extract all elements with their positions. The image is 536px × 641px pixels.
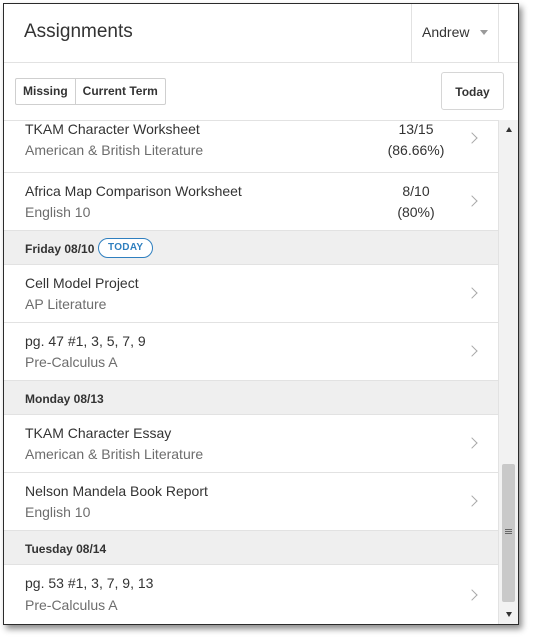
caret-down-icon (480, 30, 488, 35)
assignment-title: Nelson Mandela Book Report (25, 483, 208, 499)
assignment-row[interactable]: TKAM Character Essay American & British … (4, 415, 498, 473)
chevron-right-icon (466, 345, 478, 357)
assignment-score: 13/15 (398, 121, 434, 137)
chevron-right-icon (466, 495, 478, 507)
today-button[interactable]: Today (441, 72, 504, 110)
chevron-right-icon (466, 287, 478, 299)
missing-filter-button[interactable]: Missing (16, 79, 75, 104)
assignment-title: pg. 47 #1, 3, 5, 7, 9 (25, 333, 146, 349)
day-header: Friday 08/10 TODAY (4, 231, 498, 265)
grip-line (505, 533, 512, 534)
scrollbar[interactable] (498, 120, 518, 624)
assignment-title: Cell Model Project (25, 275, 139, 291)
chevron-right-icon (466, 195, 478, 207)
course-name: American & British Literature (25, 446, 204, 462)
scrollbar-thumb[interactable] (502, 464, 515, 602)
grip-line (505, 531, 512, 532)
assignment-row[interactable]: pg. 53 #1, 3, 7, 9, 13 Pre-Calculus A (4, 565, 498, 624)
assignment-title: Africa Map Comparison Worksheet (25, 183, 242, 199)
day-header: Monday 08/13 (4, 381, 498, 415)
assignment-row[interactable]: TKAM Character Worksheet American & Brit… (4, 121, 498, 173)
course-name: AP Literature (25, 296, 107, 312)
student-selector[interactable]: Andrew (411, 4, 499, 62)
chevron-right-icon (466, 589, 478, 601)
assignment-row[interactable]: Africa Map Comparison Worksheet English … (4, 173, 498, 231)
assignment-title: TKAM Character Essay (25, 425, 172, 441)
page-title: Assignments (24, 21, 133, 42)
day-label: Monday 08/13 (25, 392, 104, 406)
course-name: Pre-Calculus A (25, 597, 118, 613)
assignment-percent: (80%) (397, 204, 435, 220)
assignment-score: 8/10 (402, 183, 430, 199)
day-label: Friday 08/10 (25, 242, 95, 256)
grip-line (505, 529, 512, 530)
assignments-panel: Assignments Andrew Missing Current Term … (3, 3, 519, 625)
chevron-right-icon (466, 132, 478, 144)
today-badge: TODAY (98, 238, 154, 258)
assignment-row[interactable]: Cell Model Project AP Literature (4, 265, 498, 323)
scroll-up-arrow-icon[interactable] (506, 127, 512, 132)
assignment-row[interactable]: Nelson Mandela Book Report English 10 (4, 473, 498, 531)
scroll-down-arrow-icon[interactable] (506, 612, 512, 617)
course-name: English 10 (25, 204, 91, 220)
day-label: Tuesday 08/14 (25, 542, 107, 556)
filter-group: Missing Current Term (15, 78, 166, 105)
header: Assignments Andrew (4, 4, 518, 63)
course-name: Pre-Calculus A (25, 354, 118, 370)
current-term-filter-button[interactable]: Current Term (74, 79, 165, 104)
assignment-title: pg. 53 #1, 3, 7, 9, 13 (25, 575, 154, 591)
day-header: Tuesday 08/14 (4, 531, 498, 565)
course-name: American & British Literature (25, 142, 204, 158)
assignment-percent: (86.66%) (387, 142, 445, 158)
student-name: Andrew (422, 24, 470, 40)
filter-bar: Missing Current Term Today (4, 63, 518, 120)
chevron-right-icon (466, 437, 478, 449)
course-name: English 10 (25, 504, 91, 520)
assignment-title: TKAM Character Worksheet (25, 121, 200, 137)
assignment-row[interactable]: pg. 47 #1, 3, 5, 7, 9 Pre-Calculus A (4, 323, 498, 381)
assignment-list: TKAM Character Worksheet American & Brit… (4, 120, 498, 624)
